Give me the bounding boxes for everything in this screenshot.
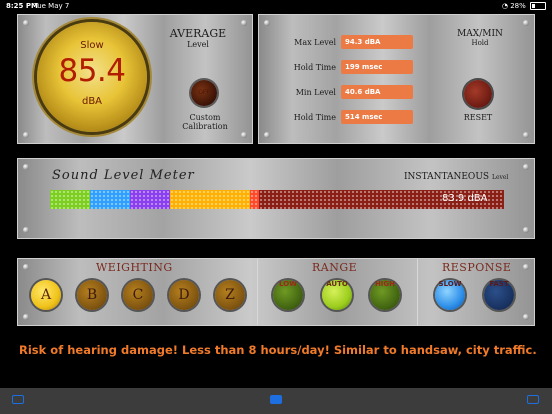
instantaneous-label: INSTANTANEOUS Level <box>404 172 509 182</box>
weighting-d-button[interactable]: D <box>169 280 199 310</box>
status-date: Tue May 7 <box>34 2 70 10</box>
gauge-unit: dBA <box>81 96 103 107</box>
calibration-label: Custom Calibration <box>182 113 228 131</box>
range-low-button[interactable]: LOW <box>273 280 303 310</box>
info-icon[interactable] <box>12 395 24 404</box>
battery-icon <box>530 2 546 10</box>
range-auto-button[interactable]: AUTO <box>322 280 352 310</box>
stat-value: 94.3 dBA <box>341 35 413 49</box>
battery-percent: 28% <box>510 2 526 10</box>
screw-icon <box>241 20 247 26</box>
share-icon[interactable] <box>527 395 539 404</box>
weighting-b-button[interactable]: B <box>77 280 107 310</box>
response-fast-button[interactable]: FAST <box>484 280 514 310</box>
screw-icon <box>23 227 29 233</box>
wifi-icon: ◔ <box>501 2 508 10</box>
reset-label: RESET <box>463 113 493 122</box>
stat-value: 40.6 dBA <box>341 85 413 99</box>
level-bar-segment <box>50 190 90 209</box>
maxmin-label: MAX/MIN Hold <box>457 29 503 47</box>
screw-icon <box>523 164 529 170</box>
response-title: RESPONSE <box>442 261 512 274</box>
weighting-c-button[interactable]: C <box>123 280 153 310</box>
stat-label: Max Level <box>294 38 336 47</box>
bottom-toolbar <box>0 388 552 414</box>
screw-icon <box>523 132 529 138</box>
screw-icon <box>523 227 529 233</box>
screw-icon <box>23 314 29 320</box>
screw-icon <box>23 132 29 138</box>
level-bar-segment <box>90 190 130 209</box>
response-slow-button[interactable]: SLOW <box>435 280 465 310</box>
screw-icon <box>264 20 270 26</box>
level-bar <box>50 190 504 209</box>
meter-title: Sound Level Meter <box>52 168 195 183</box>
camera-icon[interactable] <box>270 395 282 404</box>
hearing-warning: Risk of hearing damage! Less than 8 hour… <box>19 343 537 357</box>
level-bar-segment <box>170 190 250 209</box>
stat-value: 199 msec <box>341 60 413 74</box>
stat-label: Min Level <box>295 88 336 97</box>
average-label: AVERAGE Level <box>169 27 227 49</box>
weighting-title: WEIGHTING <box>96 261 173 274</box>
weighting-a-button[interactable]: A <box>31 280 61 310</box>
level-reading: 83.9 dBA <box>442 193 488 204</box>
stat-value: 514 msec <box>341 110 413 124</box>
status-bar: 8:25 PM Tue May 7 ◔ 28% <box>0 0 552 12</box>
level-bar-segment <box>130 190 170 209</box>
screw-icon <box>23 20 29 26</box>
screw-icon <box>23 164 29 170</box>
screw-icon <box>264 132 270 138</box>
screw-icon <box>23 264 29 270</box>
level-bar-segment <box>250 190 259 209</box>
screw-icon <box>523 264 529 270</box>
range-high-button[interactable]: HIGH <box>370 280 400 310</box>
gauge-value: 85.4 <box>58 53 126 89</box>
divider <box>257 259 258 325</box>
screw-icon <box>523 20 529 26</box>
divider <box>417 259 418 325</box>
reset-button[interactable] <box>464 80 492 108</box>
stat-label: Hold Time <box>293 113 336 122</box>
calibration-button[interactable]: OFF <box>191 80 217 106</box>
weighting-z-button[interactable]: Z <box>215 280 245 310</box>
range-title: RANGE <box>312 261 358 274</box>
screw-icon <box>523 314 529 320</box>
gauge-mode: Slow <box>80 40 104 51</box>
level-gauge: Slow 85.4 dBA <box>37 22 147 132</box>
stat-label: Hold Time <box>293 63 336 72</box>
screw-icon <box>241 132 247 138</box>
status-right: ◔ 28% <box>502 2 546 10</box>
